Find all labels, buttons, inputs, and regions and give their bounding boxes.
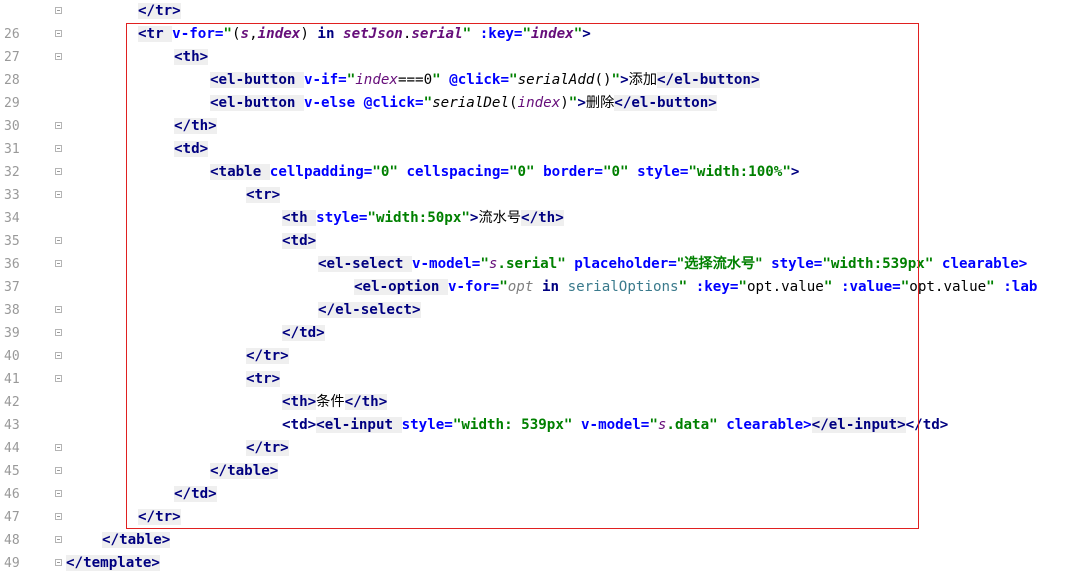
fold-marker-icon[interactable]: [55, 237, 62, 244]
fold-marker-icon[interactable]: [55, 559, 62, 566]
code-text: </td>: [174, 486, 217, 502]
fold-marker-icon[interactable]: [55, 53, 62, 60]
code-text: <el-option v-for="opt in serialOptions" …: [354, 279, 1038, 295]
code-line[interactable]: 30 <el-button v-else @click="serialDel(i…: [0, 92, 1075, 134]
code-text: <el-button v-else @click="serialDel(inde…: [210, 95, 717, 111]
fold-marker-icon[interactable]: [55, 329, 62, 336]
code-text: <el-select v-model="s.serial" placeholde…: [318, 256, 1028, 272]
fold-marker-icon[interactable]: [55, 306, 62, 313]
fold-marker-icon[interactable]: [55, 352, 62, 359]
code-text: </td>: [282, 325, 325, 341]
fold-marker-icon[interactable]: [55, 444, 62, 451]
code-line[interactable]: 48 </tr>: [0, 506, 1075, 548]
code-line[interactable]: 35 <th style="width:50px">流水号</th>: [0, 207, 1075, 249]
code-line[interactable]: 27 <tr v-for="(s,index) in setJson.seria…: [0, 23, 1075, 65]
code-line[interactable]: 38 <el-option v-for="opt in serialOption…: [0, 276, 1075, 318]
code-line[interactable]: 43 <th>条件</th>: [0, 391, 1075, 433]
fold-marker-icon[interactable]: [55, 513, 62, 520]
code-line[interactable]: 45 </tr>: [0, 437, 1075, 479]
code-line[interactable]: 44 <td><el-input style="width: 539px" v-…: [0, 414, 1075, 456]
fold-marker-icon[interactable]: [55, 536, 62, 543]
code-line[interactable]: 50 </template>: [0, 552, 1075, 571]
code-editor[interactable]: 26 </tr> 27 <tr v-for="(s,index) in setJ…: [0, 0, 1075, 571]
fold-marker-icon[interactable]: [55, 467, 62, 474]
code-text: <th>条件</th>: [282, 394, 388, 410]
fold-marker-icon[interactable]: [55, 145, 62, 152]
code-line[interactable]: 39 </el-select>: [0, 299, 1075, 341]
fold-marker-icon[interactable]: [55, 30, 62, 37]
code-text: <th style="width:50px">流水号</th>: [282, 210, 564, 226]
code-line[interactable]: 41 </tr>: [0, 345, 1075, 387]
code-line[interactable]: 36 <td>: [0, 230, 1075, 272]
code-text: <tr>: [246, 187, 281, 203]
fold-marker-icon[interactable]: [55, 375, 62, 382]
code-line[interactable]: 26 </tr>: [0, 0, 1075, 42]
code-text: <th>: [174, 49, 209, 65]
code-text: <table cellpadding="0" cellspacing="0" b…: [210, 164, 800, 180]
code-text: <td><el-input style="width: 539px" v-mod…: [282, 417, 949, 433]
code-line[interactable]: 42 <tr>: [0, 368, 1075, 410]
code-line[interactable]: 31 </th>: [0, 115, 1075, 157]
code-text: <el-button v-if="index===0" @click="seri…: [210, 72, 760, 88]
fold-marker-icon[interactable]: [55, 490, 62, 497]
code-text: <tr v-for="(s,index) in setJson.serial" …: [138, 26, 591, 42]
code-text: </th>: [174, 118, 217, 134]
code-text: <td>: [282, 233, 317, 249]
code-line[interactable]: 32 <td>: [0, 138, 1075, 180]
code-text: </table>: [102, 532, 171, 548]
code-line[interactable]: 49 </table>: [0, 529, 1075, 571]
code-text: </table>: [210, 463, 279, 479]
code-line[interactable]: 46 </table>: [0, 460, 1075, 502]
fold-marker-icon[interactable]: [55, 7, 62, 14]
code-line[interactable]: 29 <el-button v-if="index===0" @click="s…: [0, 69, 1075, 111]
code-text: </el-select>: [318, 302, 421, 318]
code-text: </tr>: [246, 440, 289, 456]
code-line[interactable]: 40 </td>: [0, 322, 1075, 364]
code-line[interactable]: 33 <table cellpadding="0" cellspacing="0…: [0, 161, 1075, 203]
code-text: </template>: [66, 555, 160, 571]
code-line[interactable]: 47 </td>: [0, 483, 1075, 525]
code-text: <td>: [174, 141, 209, 157]
fold-marker-icon[interactable]: [55, 191, 62, 198]
fold-marker-icon[interactable]: [55, 260, 62, 267]
code-text: </tr>: [138, 509, 181, 525]
code-text: </tr>: [138, 3, 181, 19]
code-line[interactable]: 37 <el-select v-model="s.serial" placeho…: [0, 253, 1075, 295]
code-line[interactable]: 34 <tr>: [0, 184, 1075, 226]
fold-marker-icon[interactable]: [55, 122, 62, 129]
code-text: <tr>: [246, 371, 281, 387]
code-text: </tr>: [246, 348, 289, 364]
fold-marker-icon[interactable]: [55, 168, 62, 175]
code-line[interactable]: 28 <th>: [0, 46, 1075, 88]
